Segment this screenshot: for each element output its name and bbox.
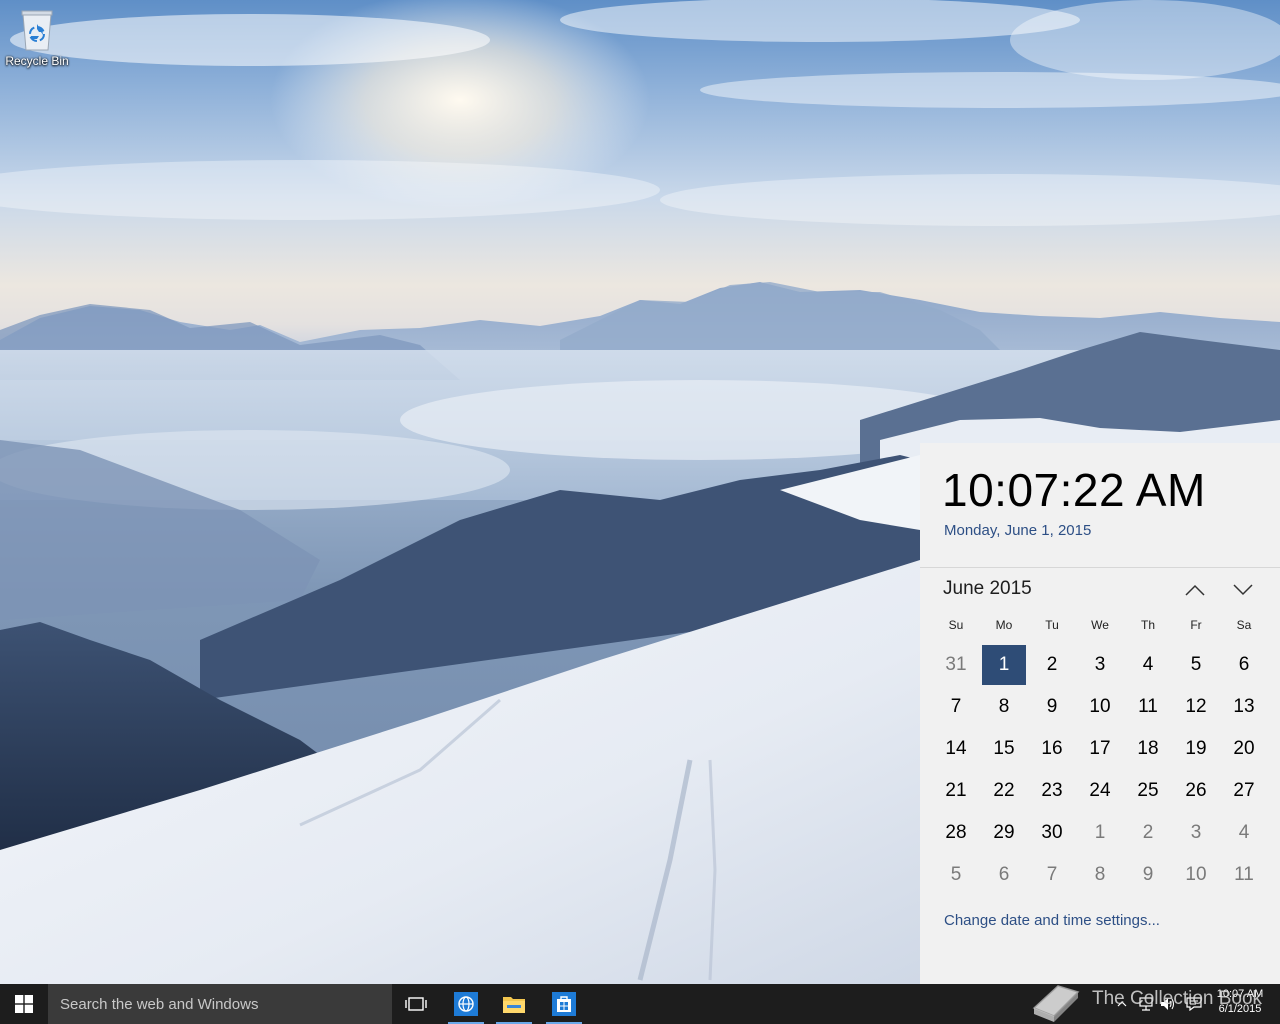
calendar-day[interactable]: 5 xyxy=(932,854,980,896)
file-explorer-button[interactable] xyxy=(490,984,538,1024)
watermark: The Collection Book xyxy=(1028,978,1268,1024)
store-button[interactable] xyxy=(540,984,588,1024)
calendar-day[interactable]: 9 xyxy=(1028,686,1076,728)
weekday-label: Tu xyxy=(1045,618,1059,632)
calendar-day[interactable]: 27 xyxy=(1220,770,1268,812)
calendar-day[interactable]: 19 xyxy=(1172,728,1220,770)
calendar-day[interactable]: 6 xyxy=(980,854,1028,896)
previous-month-button[interactable] xyxy=(1180,576,1210,604)
flyout-time: 10:07:22 AM xyxy=(942,464,1206,516)
calendar-day[interactable]: 20 xyxy=(1220,728,1268,770)
task-view-button[interactable] xyxy=(392,984,440,1024)
store-icon xyxy=(552,992,576,1016)
calendar-day-selected[interactable]: 1 xyxy=(982,645,1026,685)
calendar-day[interactable]: 3 xyxy=(1172,812,1220,854)
flyout-divider xyxy=(920,567,1280,568)
calendar-day[interactable]: 21 xyxy=(932,770,980,812)
calendar-day[interactable]: 29 xyxy=(980,812,1028,854)
calendar-day[interactable]: 18 xyxy=(1124,728,1172,770)
weekday-label: Th xyxy=(1140,618,1155,632)
calendar-day[interactable]: 23 xyxy=(1028,770,1076,812)
calendar-day[interactable]: 4 xyxy=(1220,812,1268,854)
clock-calendar-flyout: 10:07:22 AM Monday, June 1, 2015 June 20… xyxy=(920,443,1280,984)
calendar-day[interactable]: 16 xyxy=(1028,728,1076,770)
calendar-day[interactable]: 14 xyxy=(932,728,980,770)
calendar-day[interactable]: 17 xyxy=(1076,728,1124,770)
calendar-day[interactable]: 26 xyxy=(1172,770,1220,812)
calendar-day[interactable]: 2 xyxy=(1028,644,1076,686)
change-date-time-settings-link[interactable]: Change date and time settings... xyxy=(944,912,1160,929)
calendar-day-grid: 31 1 2 3 4 5 6 7 8 9 10 11 12 13 14 15 1… xyxy=(932,644,1268,896)
weekday-label: Sa xyxy=(1236,618,1252,632)
weekday-label: Mo xyxy=(995,618,1013,632)
flyout-date-link[interactable]: Monday, June 1, 2015 xyxy=(944,522,1091,539)
windows-logo-icon xyxy=(15,995,33,1013)
calendar-day[interactable]: 12 xyxy=(1172,686,1220,728)
calendar-day[interactable]: 8 xyxy=(1076,854,1124,896)
calendar-day[interactable]: 24 xyxy=(1076,770,1124,812)
calendar-day[interactable]: 30 xyxy=(1028,812,1076,854)
calendar-day[interactable]: 4 xyxy=(1124,644,1172,686)
recycle-bin-shortcut[interactable]: Recycle Bin xyxy=(4,8,70,68)
task-view-icon xyxy=(405,997,427,1011)
recycle-bin-label: Recycle Bin xyxy=(5,54,69,68)
next-month-button[interactable] xyxy=(1228,576,1258,604)
calendar-day[interactable]: 6 xyxy=(1220,644,1268,686)
calendar-day[interactable]: 2 xyxy=(1124,812,1172,854)
internet-explorer-icon xyxy=(454,992,478,1016)
calendar-day[interactable]: 9 xyxy=(1124,854,1172,896)
weekday-label: Fr xyxy=(1190,618,1202,632)
calendar-day[interactable]: 7 xyxy=(932,686,980,728)
calendar-day[interactable]: 3 xyxy=(1076,644,1124,686)
calendar-weekday-header: Su Mo Tu We Th Fr Sa xyxy=(932,618,1268,632)
calendar-day[interactable]: 11 xyxy=(1220,854,1268,896)
watermark-text: The Collection Book xyxy=(1092,988,1263,1009)
chevron-up-icon xyxy=(1185,584,1205,596)
calendar-day[interactable]: 11 xyxy=(1124,686,1172,728)
calendar-day[interactable]: 22 xyxy=(980,770,1028,812)
recycle-bin-icon xyxy=(19,8,55,52)
calendar-day[interactable]: 31 xyxy=(932,644,980,686)
calendar-day[interactable]: 28 xyxy=(932,812,980,854)
start-button[interactable] xyxy=(0,984,48,1024)
calendar-day[interactable]: 7 xyxy=(1028,854,1076,896)
search-input[interactable] xyxy=(48,984,392,1024)
calendar-day[interactable]: 25 xyxy=(1124,770,1172,812)
weekday-label: We xyxy=(1091,618,1109,632)
calendar-day[interactable]: 13 xyxy=(1220,686,1268,728)
calendar-day[interactable]: 10 xyxy=(1172,854,1220,896)
internet-explorer-button[interactable] xyxy=(442,984,490,1024)
book-icon xyxy=(1032,985,1080,1022)
calendar-day[interactable]: 1 xyxy=(1076,812,1124,854)
calendar-day[interactable]: 10 xyxy=(1076,686,1124,728)
calendar-day[interactable]: 15 xyxy=(980,728,1028,770)
calendar-day[interactable]: 8 xyxy=(980,686,1028,728)
chevron-down-icon xyxy=(1233,584,1253,596)
taskbar-search-box[interactable] xyxy=(48,984,392,1024)
weekday-label: Su xyxy=(948,618,964,632)
calendar-day[interactable]: 5 xyxy=(1172,644,1220,686)
calendar-month-label[interactable]: June 2015 xyxy=(943,578,1032,600)
folder-icon xyxy=(503,997,525,1013)
